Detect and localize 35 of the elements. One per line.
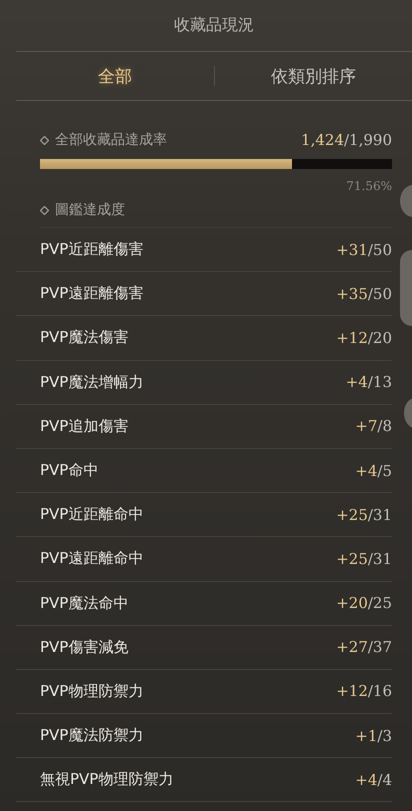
stat-value: +4/5 — [355, 462, 392, 480]
stat-value: +4/4 — [355, 770, 392, 789]
tab[interactable]: 依類別排序 — [214, 52, 412, 100]
collection-count: 1,424/1,990 — [301, 131, 392, 149]
stat-name: PVP魔法增幅力 — [40, 372, 144, 392]
stat-name: PVP近距離傷害 — [40, 240, 144, 260]
stat-value: +20/25 — [336, 594, 392, 612]
stat-name: PVP魔法命中 — [40, 594, 128, 613]
section-label: 圖鑑達成度 — [55, 201, 125, 219]
stat-name: PVP遠距離命中 — [40, 549, 144, 568]
stat-name: PVP近距離命中 — [40, 505, 144, 524]
stat-name: PVP物理防禦力 — [40, 682, 144, 701]
stat-name: PVP魔法傷害 — [40, 328, 128, 348]
tab[interactable]: 全部 — [16, 52, 214, 100]
stat-name: PVP命中 — [40, 461, 98, 480]
diamond-icon — [40, 136, 49, 144]
panel-title: 收藏品現況 — [174, 15, 254, 36]
stat-name: PVP遠距離傷害 — [40, 284, 144, 304]
stat-value: +31/50 — [336, 240, 392, 259]
stat-value: +1/3 — [355, 726, 392, 745]
stat-value: +7/8 — [355, 417, 392, 436]
stat-name: PVP魔法防禦力 — [40, 726, 144, 746]
stat-value: +25/31 — [336, 550, 392, 568]
stat-name: PVP傷害減免 — [40, 638, 128, 657]
stat-value: +27/37 — [336, 638, 392, 656]
progress-percent: 71.56% — [346, 179, 392, 193]
stat-value: +4/13 — [346, 373, 392, 392]
stat-value: +12/16 — [336, 682, 392, 700]
stat-value: +25/31 — [336, 506, 392, 524]
diamond-icon — [40, 206, 49, 214]
stat-name: 無視PVP物理防禦力 — [40, 770, 174, 790]
stat-name: PVP追加傷害 — [40, 416, 128, 436]
stat-value: +35/50 — [336, 284, 392, 303]
section-label: 全部收藏品達成率 — [55, 131, 167, 149]
stat-value: +12/20 — [336, 328, 392, 347]
